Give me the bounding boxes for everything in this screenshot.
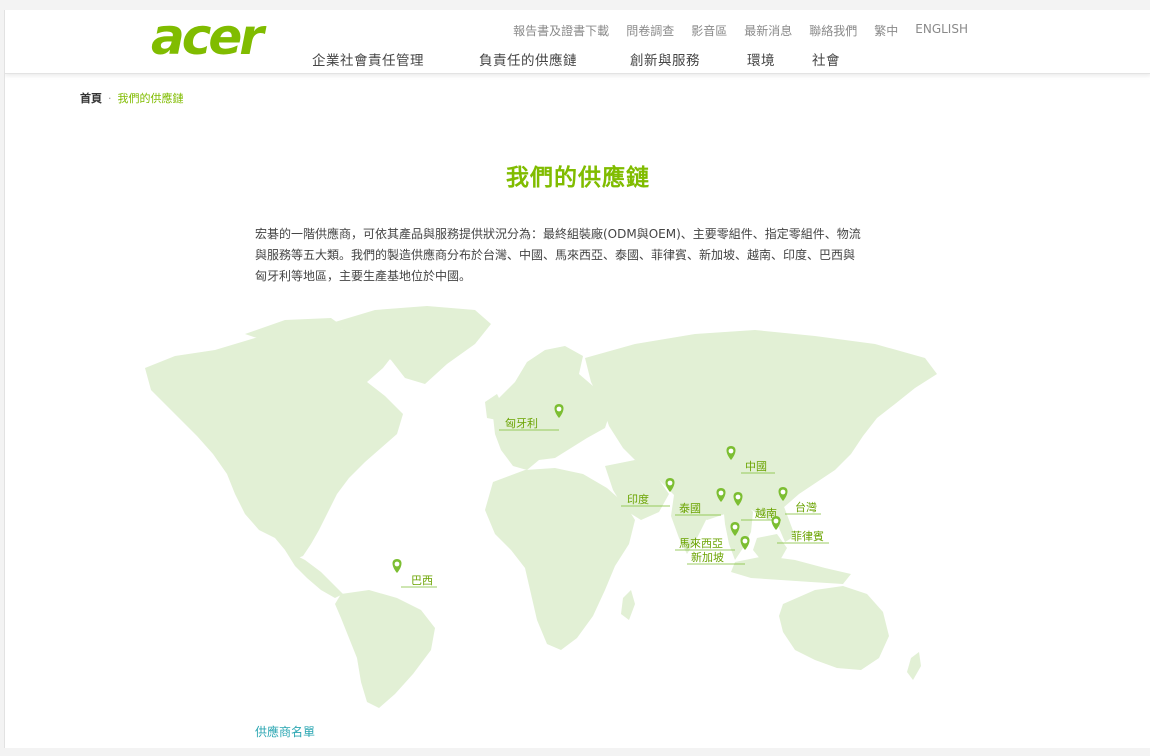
map-location-label[interactable]: 中國 [745, 460, 767, 473]
landmass-indonesia [731, 556, 851, 584]
main-nav-society[interactable]: 社會 [812, 49, 840, 69]
map-pin-dot [394, 561, 400, 567]
map-location-label[interactable]: 泰國 [679, 501, 701, 515]
page-container: acer 報告書及證書下載 問卷調查 影音區 最新消息 聯絡我們 繁中 ENGL… [4, 10, 1150, 748]
page-title: 我們的供應鏈 [506, 165, 650, 191]
main-nav-supply-chain[interactable]: 負責任的供應鏈 [479, 49, 577, 69]
site-header: acer 報告書及證書下載 問卷調查 影音區 最新消息 聯絡我們 繁中 ENGL… [5, 10, 1150, 74]
map-pin-dot [732, 524, 738, 530]
breadcrumb: 首頁 · 我們的供應鏈 [80, 90, 184, 106]
map-pin-dot [742, 538, 748, 544]
map-location-label[interactable]: 印度 [627, 492, 649, 506]
intro-line: 宏碁的一階供應商，可依其產品與服務提供狀況分為：最終組裝廠(ODM與OEM)、主… [255, 227, 861, 241]
util-nav-news[interactable]: 最新消息 [744, 22, 792, 39]
intro-line: 匈牙利等地區，主要生產基地位於中國。 [255, 269, 472, 283]
landmass-central-america [285, 550, 343, 598]
lang-zh[interactable]: 繁中 [874, 22, 898, 39]
util-nav-media[interactable]: 影音區 [691, 22, 727, 39]
landmass [145, 306, 937, 708]
intro-line: 與服務等五大類。我們的製造供應商分布於台灣、中國、馬來西亞、泰國、菲律賓、新加坡… [255, 248, 856, 262]
map-pin-dot [728, 448, 734, 454]
lang-en[interactable]: ENGLISH [915, 22, 968, 39]
map-location-label[interactable]: 新加坡 [691, 550, 724, 564]
map-location-label[interactable]: 台灣 [795, 500, 817, 514]
breadcrumb-current: 我們的供應鏈 [117, 92, 184, 105]
map-location-label[interactable]: 馬來西亞 [679, 537, 723, 550]
world-map: 匈牙利中國印度泰國 越南 台灣菲律賓馬來西亞新加坡巴西 [145, 306, 937, 708]
landmass-north-america [145, 328, 403, 560]
util-nav-reports[interactable]: 報告書及證書下載 [513, 22, 609, 39]
utility-nav: 報告書及證書下載 問卷調查 影音區 最新消息 聯絡我們 繁中 ENGLISH [496, 22, 968, 39]
supplier-list-link[interactable]: 供應商名單 [255, 723, 315, 740]
map-pin-dot [556, 406, 562, 412]
util-nav-survey[interactable]: 問卷調查 [626, 22, 674, 39]
landmass-new-zealand [907, 652, 921, 680]
map-location-label[interactable]: 巴西 [411, 574, 433, 587]
map-pin-dot [780, 489, 786, 495]
main-nav-environment[interactable]: 環境 [747, 49, 775, 69]
map-pin-dot [667, 480, 673, 486]
landmass-madagascar [621, 590, 635, 620]
main-nav: 企業社會責任管理 負責任的供應鏈 創新與服務 環境 社會 [5, 49, 1150, 71]
intro-paragraph: 宏碁的一階供應商，可依其產品與服務提供狀況分為：最終組裝廠(ODM與OEM)、主… [255, 224, 905, 287]
landmass-south-america [335, 590, 435, 708]
main-nav-csr-management[interactable]: 企業社會責任管理 [312, 49, 424, 69]
main-nav-innovation[interactable]: 創新與服務 [630, 49, 700, 69]
breadcrumb-home[interactable]: 首頁 [80, 92, 102, 105]
map-location-label[interactable]: 菲律賓 [791, 529, 824, 543]
landmass-australia [779, 586, 889, 670]
map-pin-dot [773, 518, 779, 524]
map-pin-brazil[interactable]: 巴西 [392, 559, 438, 588]
landmass-africa [485, 468, 635, 650]
util-nav-contact[interactable]: 聯絡我們 [809, 22, 857, 39]
map-pin-dot [718, 490, 724, 496]
breadcrumb-separator: · [108, 92, 112, 105]
map-pin-dot [735, 494, 741, 500]
map-location-label[interactable]: 匈牙利 [505, 416, 538, 430]
